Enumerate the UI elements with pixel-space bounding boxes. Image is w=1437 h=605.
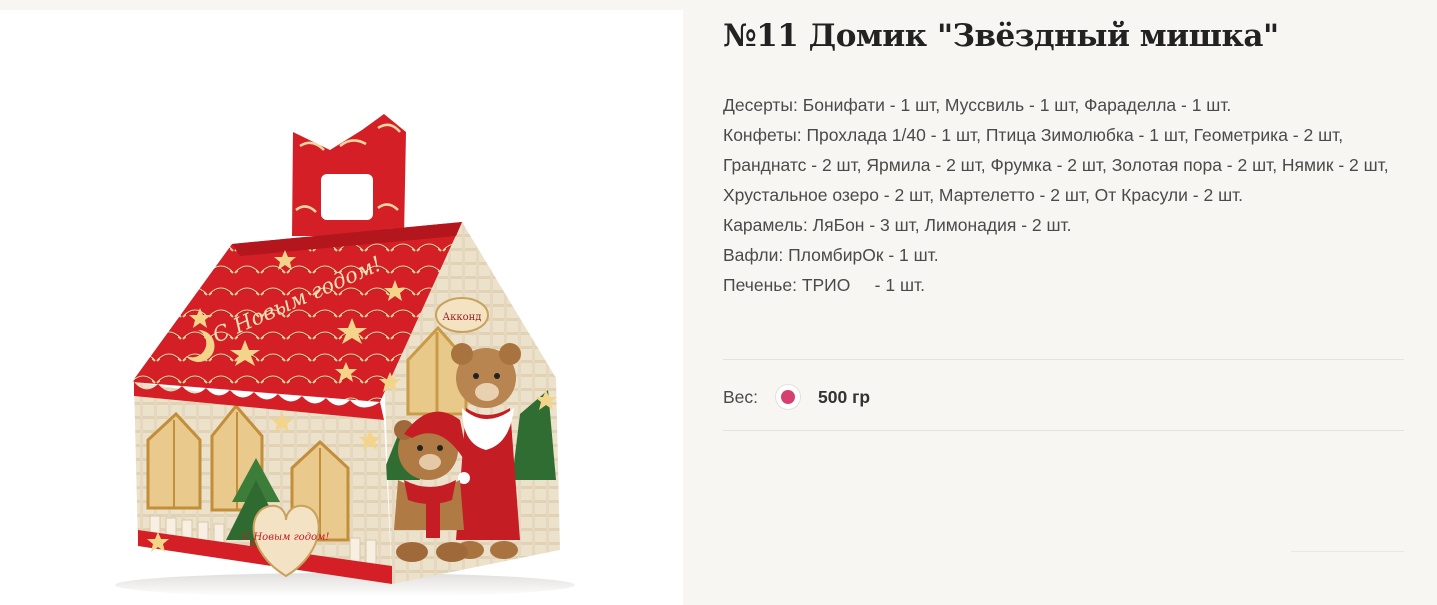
description-line: Вафли: ПломбирОк - 1 шт.	[723, 245, 939, 265]
weight-label: Вес:	[723, 386, 759, 407]
description-line: Карамель: ЛяБон - 3 шт, Лимонадия - 2 шт…	[723, 215, 1072, 235]
product-description: Десерты: Бонифати - 1 шт, Муссвиль - 1 ш…	[723, 90, 1404, 300]
description-line: Десерты: Бонифати - 1 шт, Муссвиль - 1 ш…	[723, 95, 1232, 115]
svg-text:Акконд: Акконд	[443, 312, 482, 323]
divider-faint	[1291, 551, 1404, 552]
divider-bottom	[723, 430, 1404, 431]
weight-option-swatch[interactable]	[775, 384, 802, 410]
box-logo: Акконд	[435, 297, 489, 333]
description-line: Конфеты: Прохлада 1/40 - 1 шт, Птица Зим…	[723, 125, 1389, 205]
box-handle	[292, 114, 406, 236]
product-title: №11 Домик "Звёздный мишка"	[723, 18, 1279, 54]
weight-swatch-dot	[781, 390, 796, 404]
weight-value: 500 гр	[818, 386, 871, 407]
product-image: Акконд С Новым годом! С Новым годом!	[115, 114, 575, 597]
weight-selector: Вес: 500 гр	[723, 380, 870, 414]
divider-top	[723, 359, 1404, 360]
description-line: Печенье: ТРИО - 1 шт.	[723, 275, 925, 295]
product-image-panel: Акконд С Новым годом! С Новым годом!	[0, 10, 683, 605]
svg-text:С Новым годом!: С Новым годом!	[243, 532, 330, 543]
